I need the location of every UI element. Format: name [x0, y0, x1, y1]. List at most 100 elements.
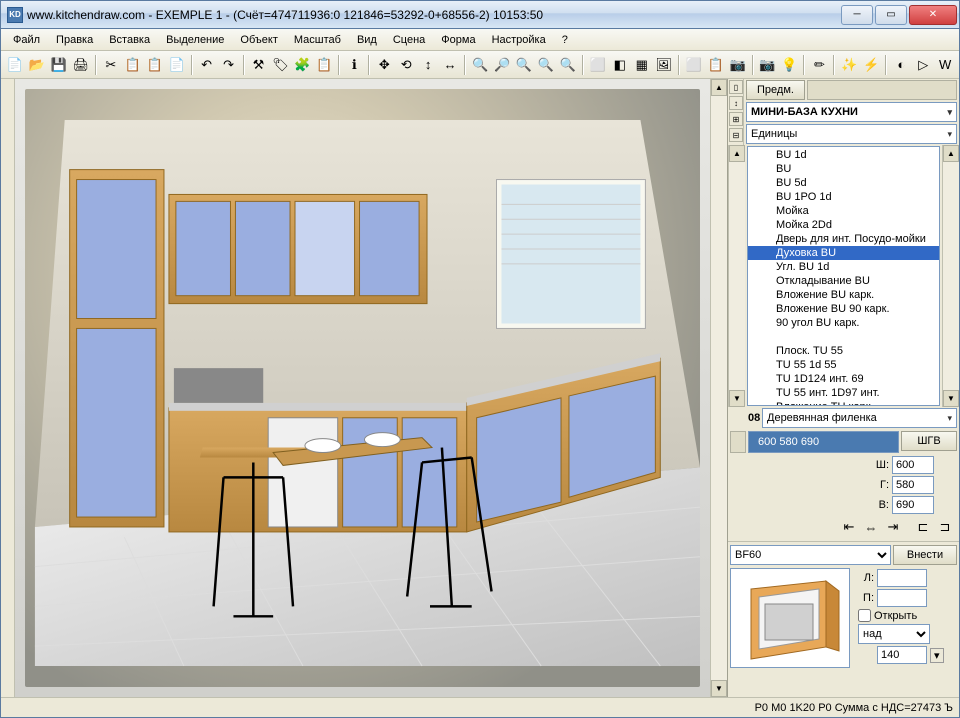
toolbar-icon[interactable]: ↶ [197, 55, 217, 75]
panel-tool-icon[interactable]: ↕ [729, 96, 743, 110]
align-icon[interactable]: ⇥ [883, 517, 903, 537]
toolbar-icon[interactable]: 🔍 [470, 55, 490, 75]
toolbar-icon[interactable]: ↷ [219, 55, 239, 75]
style-dropdown[interactable]: Деревянная филенка [762, 408, 957, 428]
list-item[interactable]: Мойка 2Dd [748, 218, 939, 232]
scroll-down-icon[interactable]: ▼ [729, 390, 745, 407]
toolbar-icon[interactable]: 💾 [49, 55, 69, 75]
align-icon[interactable]: ⊏ [913, 517, 933, 537]
menu-форма[interactable]: Форма [433, 31, 483, 49]
toolbar-icon[interactable]: W [935, 55, 955, 75]
list-item[interactable]: Духовка BU [748, 246, 939, 260]
scroll-up-icon[interactable]: ▲ [711, 79, 727, 96]
list-item[interactable]: TU 1D124 инт. 69 [748, 372, 939, 386]
toolbar-icon[interactable]: 🧩 [292, 55, 312, 75]
toolbar-icon[interactable]: ✏ [809, 55, 829, 75]
align-icon[interactable]: ⊐ [935, 517, 955, 537]
toolbar-icon[interactable]: ▦ [632, 55, 652, 75]
menu-правка[interactable]: Правка [48, 31, 101, 49]
catalog-list[interactable]: BU 1dBUBU 5dBU 1PO 1dМойкаМойка 2DdДверь… [747, 146, 940, 406]
toolbar-icon[interactable]: 📋 [123, 55, 143, 75]
list-item[interactable]: BU 1PO 1d [748, 190, 939, 204]
menu-файл[interactable]: Файл [5, 31, 48, 49]
model-select[interactable]: BF60 [730, 545, 891, 565]
3d-viewport[interactable] [15, 79, 710, 697]
toolbar-icon[interactable]: 🖼 [654, 55, 674, 75]
toolbar-icon[interactable]: 📄 [5, 55, 25, 75]
toolbar-icon[interactable]: 📷 [758, 55, 778, 75]
maximize-button[interactable]: ▭ [875, 5, 907, 25]
list-item[interactable]: Вложение BU карк. [748, 288, 939, 302]
toolbar-icon[interactable]: 💡 [780, 55, 800, 75]
toolbar-icon[interactable]: 📋 [145, 55, 165, 75]
scroll-down-icon[interactable]: ▼ [943, 390, 959, 407]
menu-вставка[interactable]: Вставка [101, 31, 158, 49]
list-item[interactable]: Плоск. TU 55 [748, 344, 939, 358]
list-item[interactable]: 90 угол BU карк. [748, 316, 939, 330]
toolbar-icon[interactable]: ⟲ [396, 55, 416, 75]
list-item[interactable]: Мойка [748, 204, 939, 218]
list-item[interactable]: BU 1d [748, 148, 939, 162]
toolbar-icon[interactable]: 🔍 [536, 55, 556, 75]
toolbar-icon[interactable]: ⚒ [249, 55, 269, 75]
scroll-up-icon[interactable]: ▲ [729, 145, 745, 162]
panel-tool-icon[interactable]: ▯ [729, 80, 743, 94]
dims-mode-button[interactable]: ШГВ [901, 431, 957, 451]
dim-toggle[interactable] [730, 431, 746, 453]
units-dropdown[interactable]: Единицы [746, 124, 957, 144]
scroll-up-icon[interactable]: ▲ [943, 145, 959, 162]
chevron-down-icon[interactable]: ▾ [930, 648, 944, 663]
menu-масштаб[interactable]: Масштаб [286, 31, 349, 49]
list-item[interactable] [748, 330, 939, 344]
list-item[interactable]: Угл. BU 1d [748, 260, 939, 274]
catalog-scrollbar[interactable]: ▲▼ [942, 145, 959, 407]
list-item[interactable]: Дверь для инт. Посудо-мойки [748, 232, 939, 246]
panel-tool-icon[interactable]: ⊟ [729, 128, 743, 142]
list-item[interactable]: TU 55 инт. 1D97 инт. [748, 386, 939, 400]
toolbar-icon[interactable]: 📄 [167, 55, 187, 75]
toolbar-icon[interactable]: ⬜ [588, 55, 608, 75]
toolbar-icon[interactable]: 🔍 [514, 55, 534, 75]
depth-input[interactable] [892, 476, 934, 494]
toolbar-icon[interactable]: ⚡ [861, 55, 881, 75]
objects-tab[interactable]: Предм. [746, 80, 805, 100]
toolbar-icon[interactable]: ℹ [344, 55, 364, 75]
list-item[interactable]: TU 55 1d 55 [748, 358, 939, 372]
scroll-down-icon[interactable]: ▼ [711, 680, 727, 697]
list-item[interactable]: Вложение TU карк. [748, 400, 939, 406]
minimize-button[interactable]: ─ [841, 5, 873, 25]
align-icon[interactable]: ⇤ [839, 517, 859, 537]
panel-tool-icon[interactable]: ⊞ [729, 112, 743, 126]
menu-выделение[interactable]: Выделение [158, 31, 232, 49]
toolbar-icon[interactable]: 🖨 [71, 55, 91, 75]
position-select[interactable]: над [858, 624, 930, 644]
toolbar-icon[interactable]: ⬜ [684, 55, 704, 75]
toolbar-icon[interactable]: ✥ [374, 55, 394, 75]
toolbar-icon[interactable]: 🔍 [558, 55, 578, 75]
close-button[interactable]: ✕ [909, 5, 957, 25]
l-input[interactable] [877, 569, 927, 587]
menu-настройка[interactable]: Настройка [484, 31, 554, 49]
toolbar-icon[interactable]: 📋 [706, 55, 726, 75]
menu-?[interactable]: ? [554, 31, 576, 49]
p-input[interactable] [877, 589, 927, 607]
width-input[interactable] [892, 456, 934, 474]
insert-button[interactable]: Внести [893, 545, 957, 565]
toolbar-icon[interactable]: ↔ [440, 55, 460, 75]
toolbar-icon[interactable]: ▷ [913, 55, 933, 75]
toolbar-icon[interactable]: ✨ [839, 55, 859, 75]
align-icon[interactable]: ⇔ [861, 517, 881, 537]
list-item[interactable]: Откладывание BU [748, 274, 939, 288]
open-checkbox[interactable] [858, 609, 871, 622]
list-item[interactable]: BU [748, 162, 939, 176]
toolbar-icon[interactable]: 🏷 [270, 55, 290, 75]
toolbar-icon[interactable]: 📂 [27, 55, 47, 75]
list-item[interactable]: BU 5d [748, 176, 939, 190]
toolbar-icon[interactable]: ↕ [418, 55, 438, 75]
catalog-dropdown[interactable]: МИНИ-БАЗА КУХНИ [746, 102, 957, 122]
menu-объект[interactable]: Объект [232, 31, 285, 49]
menu-сцена[interactable]: Сцена [385, 31, 433, 49]
height-input[interactable] [892, 496, 934, 514]
toolbar-icon[interactable]: ◐ [891, 55, 911, 75]
menu-вид[interactable]: Вид [349, 31, 385, 49]
